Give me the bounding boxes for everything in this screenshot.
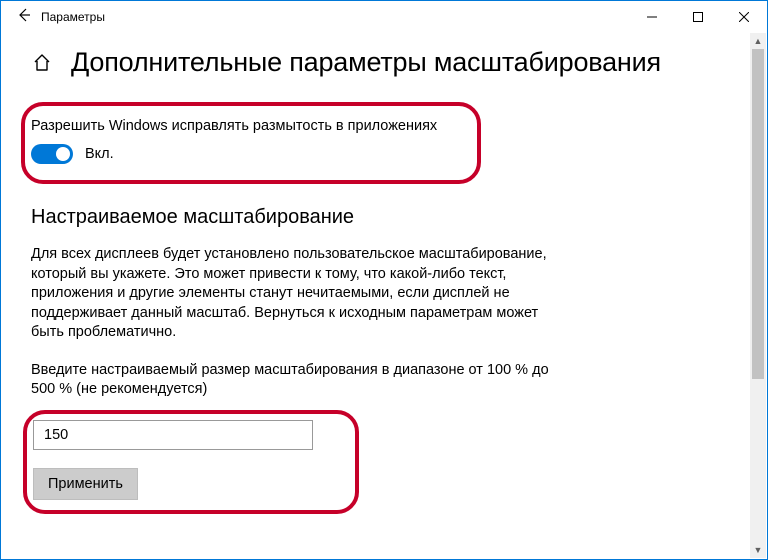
minimize-icon (647, 12, 657, 22)
home-button[interactable] (31, 52, 53, 74)
window-controls (629, 1, 767, 33)
fix-blur-section-highlight: Разрешить Windows исправлять размытость … (21, 102, 481, 184)
content-area: Дополнительные параметры масштабирования… (1, 33, 767, 514)
minimize-button[interactable] (629, 1, 675, 33)
scroll-down-button[interactable]: ▼ (750, 542, 766, 558)
settings-window: Параметры Дополнительные параметры масшт… (0, 0, 768, 560)
page-title: Дополнительные параметры масштабирования (71, 47, 661, 78)
fix-blur-toggle-row: Вкл. (31, 144, 463, 164)
fix-blur-state: Вкл. (85, 146, 114, 162)
custom-scaling-input-hint: Введите настраиваемый размер масштабиров… (31, 361, 561, 400)
close-icon (739, 12, 749, 22)
custom-scaling-input[interactable] (33, 420, 313, 450)
custom-scaling-heading: Настраиваемое масштабирование (31, 206, 737, 229)
fix-blur-label: Разрешить Windows исправлять размытость … (31, 118, 463, 134)
back-button[interactable] (9, 7, 37, 28)
home-icon (32, 53, 52, 73)
close-button[interactable] (721, 1, 767, 33)
maximize-button[interactable] (675, 1, 721, 33)
maximize-icon (693, 12, 703, 22)
custom-scaling-input-highlight: Применить (23, 410, 359, 514)
scroll-up-button[interactable]: ▲ (750, 33, 766, 49)
scrollbar-thumb[interactable] (752, 49, 764, 379)
vertical-scrollbar[interactable]: ▲ ▼ (750, 33, 766, 558)
custom-scaling-description: Для всех дисплеев будет установлено поль… (31, 245, 551, 343)
page-header: Дополнительные параметры масштабирования (31, 47, 737, 78)
arrow-left-icon (15, 7, 31, 23)
apply-button[interactable]: Применить (33, 468, 138, 500)
fix-blur-toggle[interactable] (31, 144, 73, 164)
toggle-knob (56, 147, 70, 161)
